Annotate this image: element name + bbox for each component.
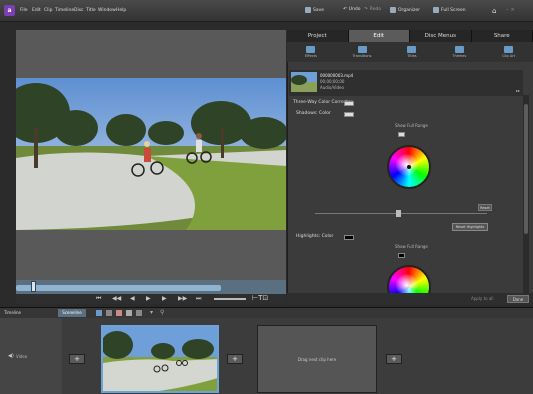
split-clip-icon[interactable]: ⊢T⊡ [252,294,268,302]
dropdown-icon[interactable]: ▾ [150,309,153,316]
edit-subtabs: Effects Transitions Titles Themes Clip A… [287,42,533,62]
fullscreen-button[interactable]: Full Screen [433,7,466,13]
shadows-color-wheel[interactable] [387,145,431,189]
balance-slider-handle[interactable] [396,210,401,217]
menu-title[interactable]: Title [86,8,96,13]
panel-footer: Apply to all Done [287,293,533,305]
undo-button[interactable]: ↶ Undo [343,7,361,12]
tab-timeline[interactable]: Timeline [4,310,21,315]
tab-share[interactable]: Share [472,30,533,42]
menu-timeline[interactable]: Timeline [55,8,74,13]
reset-highlights-button[interactable]: Reset Highlights [452,223,488,231]
effects-icon [306,46,316,53]
sceneline-tool-icon[interactable] [96,310,102,316]
menu-file[interactable]: File [20,8,28,13]
speaker-icon: ◀) [8,353,14,359]
section-shadows[interactable]: Shadows: Color [296,111,331,116]
organizer-icon [390,7,396,13]
transitions-icon [357,46,367,53]
save-button[interactable]: Save [305,7,324,13]
collapse-icon[interactable]: ▸▸ [516,88,520,93]
window-controls[interactable]: – × [506,7,515,13]
app-logo: a [4,5,15,16]
step-forward-icon[interactable]: ⏭ [196,295,201,303]
menu-edit[interactable]: Edit [32,8,41,13]
subtab-titles[interactable]: Titles [407,46,417,58]
playhead-handle[interactable] [31,281,36,292]
highlights-swatch[interactable] [344,235,354,240]
volume-slider[interactable] [214,298,246,300]
subtab-transitions[interactable]: Transitions [353,46,371,58]
play-icon[interactable]: ▶ [146,295,151,302]
frame-forward-icon[interactable]: ▶ [162,295,167,302]
shadows-swatch[interactable] [344,112,354,117]
themes-icon [454,46,464,53]
home-button[interactable]: ⌂ [492,7,496,15]
fast-forward-icon[interactable]: ▶▶ [178,295,187,302]
tab-sceneline[interactable]: Sceneline [58,309,86,317]
clip-thumbnail [291,72,317,92]
narration-tool-icon[interactable] [116,310,122,316]
track-name: Video [16,354,28,359]
done-button[interactable]: Done [507,295,529,303]
subtab-themes[interactable]: Themes [452,46,466,58]
empty-clip-slot[interactable]: Drag next clip here [257,325,377,393]
redo-button[interactable]: ↷ Redo [364,7,381,12]
menu-disc[interactable]: Disc [74,8,84,13]
add-clip-button[interactable]: + [69,354,85,364]
menu-window[interactable]: Window [98,8,116,13]
highlights-eyedropper[interactable] [398,253,405,258]
subtab-clip-art[interactable]: Clip Art [502,46,515,58]
menu-help[interactable]: Help [116,8,126,13]
organizer-button[interactable]: Organizer [390,7,420,13]
step-back-icon[interactable]: ⏮ [96,295,101,303]
clip-name: 000000003.mp4 [320,73,354,78]
playback-controls: ⏮ ◀◀ ◀ ▶ ▶ ▶▶ ⏭ ⊢T⊡ [16,294,286,304]
reset-button[interactable]: Reset [478,204,492,211]
save-icon [305,7,311,13]
effect-toggle[interactable] [344,101,354,106]
highlights-color-wheel[interactable] [387,265,435,293]
scrubber-track[interactable] [16,285,221,291]
panel-tabs: Project Edit Disc Menus Share [287,30,533,42]
clip-art-icon [504,46,514,53]
markers-tool-icon[interactable] [136,310,142,316]
scrollbar-thumb[interactable] [524,104,528,234]
tab-project[interactable]: Project [287,30,349,42]
menu-clip[interactable]: Clip [44,8,53,13]
music-tool-icon[interactable] [126,310,132,316]
pin-icon[interactable]: ⚲ [160,309,164,316]
section-highlights[interactable]: Highlights: Color [296,234,333,239]
close-icon[interactable]: × [511,7,515,13]
shadows-full-range-checkbox[interactable]: Show Full Range [395,123,428,128]
subtab-effects[interactable]: Effects [305,46,317,58]
balance-slider[interactable] [315,213,487,214]
add-transition-button[interactable]: + [227,354,243,364]
redo-icon: ↷ [364,7,368,12]
rewind-icon[interactable]: ◀◀ [112,295,121,302]
apply-all-button[interactable]: Apply to all [471,296,494,301]
tab-disc-menus[interactable]: Disc Menus [410,30,472,42]
home-icon: ⌂ [492,7,497,15]
add-transition-button-2[interactable]: + [386,354,402,364]
minimize-icon[interactable]: – [506,7,509,13]
shadows-eyedropper[interactable] [398,132,405,137]
clip-timecode: 00;00;00;00 [320,79,345,84]
tab-edit[interactable]: Edit [348,30,410,42]
undo-icon: ↶ [343,7,347,12]
titles-icon [407,46,417,53]
clip-type: Audio/Video [320,85,344,90]
track-header: Video ◀) [0,318,62,394]
highlights-full-range-checkbox[interactable]: Show Full Range [395,244,428,249]
sceneline-clip[interactable] [101,325,219,393]
video-preview [16,78,286,230]
audio-tool-icon[interactable] [106,310,112,316]
frame-back-icon[interactable]: ◀ [130,295,135,302]
fullscreen-icon [433,7,439,13]
timeline-header: Timeline Sceneline ▾ ⚲ [0,307,533,318]
